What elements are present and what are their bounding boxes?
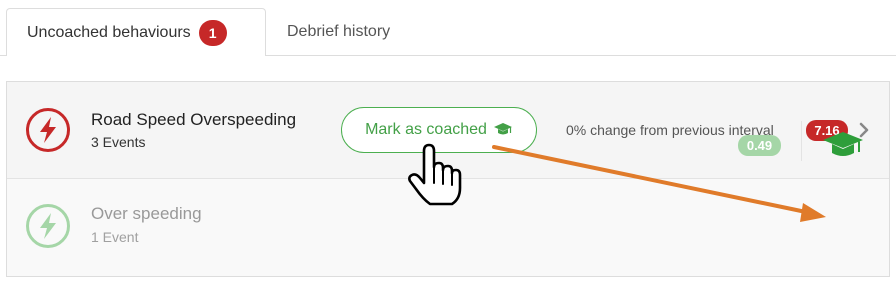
mark-as-coached-button[interactable]: Mark as coached [341,107,537,153]
behaviour-row[interactable]: Over speeding 1 Event [7,179,889,276]
graduation-cap-icon[interactable] [821,130,865,160]
mark-as-coached-label: Mark as coached [365,121,487,138]
tab-uncoached-behaviours[interactable]: Uncoached behaviours 1 [6,8,266,56]
score-badge: 0.49 [738,135,781,156]
tab-bar: Uncoached behaviours 1 Debrief history [0,0,896,56]
graduation-cap-icon [493,123,512,135]
tab-debrief-history[interactable]: Debrief history [287,8,390,56]
behaviour-row[interactable]: Road Speed Overspeeding 3 Events Mark as… [7,82,889,179]
tab-label: Debrief history [287,23,391,40]
lightning-bolt-icon [26,204,70,248]
behaviour-list: Road Speed Overspeeding 3 Events Mark as… [6,81,890,277]
behaviour-title: Road Speed Overspeeding [91,110,297,129]
divider [801,121,802,161]
lightning-bolt-icon [26,108,70,152]
tab-label: Uncoached behaviours [27,23,191,41]
event-count: 3 Events [91,134,146,150]
event-count: 1 Event [91,229,139,245]
count-badge: 1 [198,19,227,46]
behaviour-title: Over speeding [91,204,202,223]
